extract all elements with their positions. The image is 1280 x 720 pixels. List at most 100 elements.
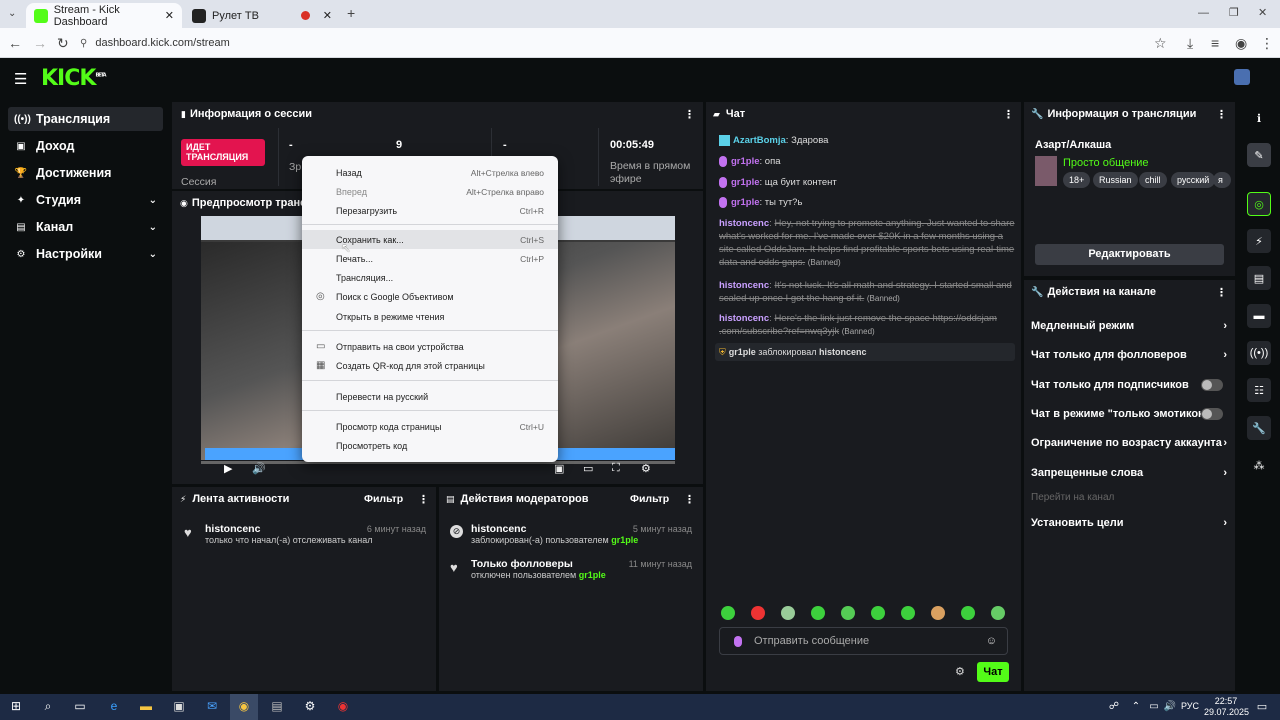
chat-username[interactable]: histoncenc [719, 280, 769, 291]
stream-tag[interactable]: русский [1171, 172, 1216, 188]
store-icon[interactable]: ▣ [171, 698, 187, 714]
clock-date[interactable]: 29.07.2025 [1204, 707, 1249, 717]
close-window-button[interactable]: ✕ [1258, 6, 1267, 20]
broadcast-icon[interactable]: ((•)) [1247, 341, 1271, 365]
subscribers-only-item[interactable]: Чат только для подписчиков [1031, 377, 1231, 393]
close-tab-icon[interactable]: ✕ [165, 9, 174, 22]
browser-menu-icon[interactable]: ⋮ [1260, 36, 1274, 50]
channel-actions-menu-icon[interactable]: ⋮ [1216, 286, 1227, 299]
clock-time[interactable]: 22:57 [1204, 696, 1248, 706]
task-view-icon[interactable]: ▭ [72, 698, 88, 714]
emote-icon[interactable] [781, 606, 795, 620]
menu-item-reading-mode[interactable]: Открыть в режиме чтения [302, 307, 558, 326]
stream-info-menu-icon[interactable]: ⋮ [1216, 108, 1227, 121]
pip-icon[interactable]: ▣ [554, 462, 564, 475]
theater-icon[interactable]: ▭ [583, 462, 593, 475]
notification-icon[interactable]: ▭ [1254, 698, 1270, 714]
tab-rulet-tv[interactable]: Рулет ТВ ✕ [184, 3, 340, 28]
emote-icon[interactable] [901, 606, 915, 620]
menu-item-cast[interactable]: Трансляция... [302, 268, 558, 287]
document-icon[interactable]: ▤ [1247, 266, 1271, 290]
site-info-icon[interactable]: ⚲ [80, 38, 87, 49]
volume-icon[interactable]: 🔊 [252, 462, 266, 475]
moderator-name[interactable]: gr1ple [611, 535, 638, 545]
maximize-button[interactable]: ❐ [1229, 6, 1239, 20]
sidebar-item-stream[interactable]: ((•)) Трансляция [8, 107, 163, 131]
followers-only-item[interactable]: Чат только для фолловеров › [1031, 347, 1231, 363]
mod-filter-button[interactable]: Фильтр [630, 493, 669, 505]
close-tab-icon[interactable]: ✕ [323, 9, 332, 22]
menu-item-translate[interactable]: Перевести на русский [302, 387, 558, 406]
banned-words-item[interactable]: Запрещенные слова › [1031, 465, 1231, 481]
stream-tag[interactable]: я [1213, 172, 1231, 188]
file-explorer-icon[interactable]: ▬ [138, 698, 154, 714]
pencil-icon[interactable]: ✎ [1247, 143, 1271, 167]
edit-stream-button[interactable]: Редактировать [1035, 244, 1224, 265]
target-icon[interactable]: ◎ [1247, 192, 1271, 216]
address-bar[interactable]: ⚲ dashboard.kick.com/stream [80, 33, 1175, 53]
emote-icon[interactable] [751, 606, 765, 620]
download-icon[interactable]: ⤓ [1187, 36, 1193, 50]
hamburger-menu-icon[interactable]: ☰ [14, 70, 27, 88]
emote-icon[interactable] [931, 606, 945, 620]
profile-icon[interactable]: ◉ [1235, 36, 1247, 50]
banned-user-name[interactable]: histoncenc [819, 347, 867, 357]
user-avatar[interactable] [1234, 69, 1250, 85]
volume-icon[interactable]: 🔊 [1162, 698, 1178, 714]
chat-username[interactable]: gr1ple [731, 177, 760, 188]
edge-icon[interactable]: e [106, 698, 122, 714]
menu-item-reload[interactable]: Перезагрузить Ctrl+R [302, 201, 558, 220]
app-icon[interactable]: ▤ [269, 698, 285, 714]
mod-menu-icon[interactable]: ⋮ [684, 493, 695, 506]
sidebar-item-settings[interactable]: ⚙ Настройки ⌄ [8, 242, 163, 266]
tray-chevron-icon[interactable]: ⌃ [1128, 698, 1144, 714]
menu-item-qr-code[interactable]: ▦ Создать QR-код для этой страницы [302, 356, 558, 375]
emote-icon[interactable] [871, 606, 885, 620]
chat-username[interactable]: gr1ple [731, 156, 760, 167]
video-settings-icon[interactable]: ⚙ [641, 462, 651, 475]
new-tab-button[interactable]: + [347, 6, 355, 20]
set-goals-item[interactable]: Установить цели › [1031, 515, 1231, 531]
tab-search-icon[interactable]: ⌄ [8, 7, 16, 21]
kick-logo[interactable]: KICKBETA [41, 66, 107, 91]
slow-mode-item[interactable]: Медленный режим › [1031, 318, 1231, 334]
chat-username[interactable]: histoncenc [719, 218, 769, 229]
windows-start-icon[interactable]: ⊞ [8, 698, 24, 714]
activity-filter-button[interactable]: Фильтр [364, 493, 403, 505]
menu-item-inspect[interactable]: Просмотреть код [302, 436, 558, 455]
emote-icon[interactable] [811, 606, 825, 620]
mail-icon[interactable]: ✉ [204, 698, 220, 714]
wrench-icon[interactable]: 🔧 [1247, 416, 1271, 440]
fullscreen-icon[interactable]: ⛶ [612, 462, 620, 475]
emote-icon[interactable] [991, 606, 1005, 620]
forward-arrow-icon[interactable]: → [33, 36, 47, 50]
menu-item-back[interactable]: Назад Alt+Стрелка влево [302, 163, 558, 182]
stream-tag[interactable]: 18+ [1063, 172, 1091, 188]
tab-kick-dashboard[interactable]: Stream - Kick Dashboard ✕ [26, 3, 182, 28]
language-indicator[interactable]: РУС [1181, 701, 1199, 711]
stream-tag[interactable]: chill [1139, 172, 1167, 188]
sidebar-item-achievements[interactable]: 🏆 Достижения [8, 161, 163, 185]
emote-only-item[interactable]: Чат в режиме "только эмотиконы" [1031, 406, 1231, 422]
people-icon[interactable]: ☍ [1106, 698, 1122, 714]
moderator-name[interactable]: gr1ple [579, 570, 606, 580]
age-restriction-item[interactable]: Ограничение по возрасту аккаунта › [1031, 435, 1231, 451]
chat-username[interactable]: histoncenc [719, 313, 769, 324]
emote-icon[interactable] [721, 606, 735, 620]
menu-item-google-lens[interactable]: ◎ Поиск с Google Объективом [302, 287, 558, 306]
media-control-icon[interactable]: ≡ [1211, 36, 1219, 50]
stream-category[interactable]: Просто общение [1063, 157, 1149, 169]
sidebar-item-studio[interactable]: ✦ Студия ⌄ [8, 188, 163, 212]
layout-icon[interactable]: ☷ [1247, 378, 1271, 402]
menu-item-send-to-devices[interactable]: ▭ Отправить на свои устройства [302, 337, 558, 356]
activity-menu-icon[interactable]: ⋮ [418, 493, 429, 506]
sidebar-item-income[interactable]: ▣ Доход [8, 134, 163, 158]
menu-item-view-source[interactable]: Просмотр кода страницы Ctrl+U [302, 417, 558, 436]
chat-username[interactable]: AzartBomja [733, 135, 786, 146]
obs-icon[interactable]: ◉ [335, 698, 351, 714]
emote-icon[interactable] [961, 606, 975, 620]
moderator-name[interactable]: gr1ple [729, 347, 756, 357]
emote-icon[interactable] [841, 606, 855, 620]
subscribers-only-toggle[interactable] [1201, 379, 1223, 391]
emoji-icon[interactable]: ☺ [986, 635, 997, 647]
